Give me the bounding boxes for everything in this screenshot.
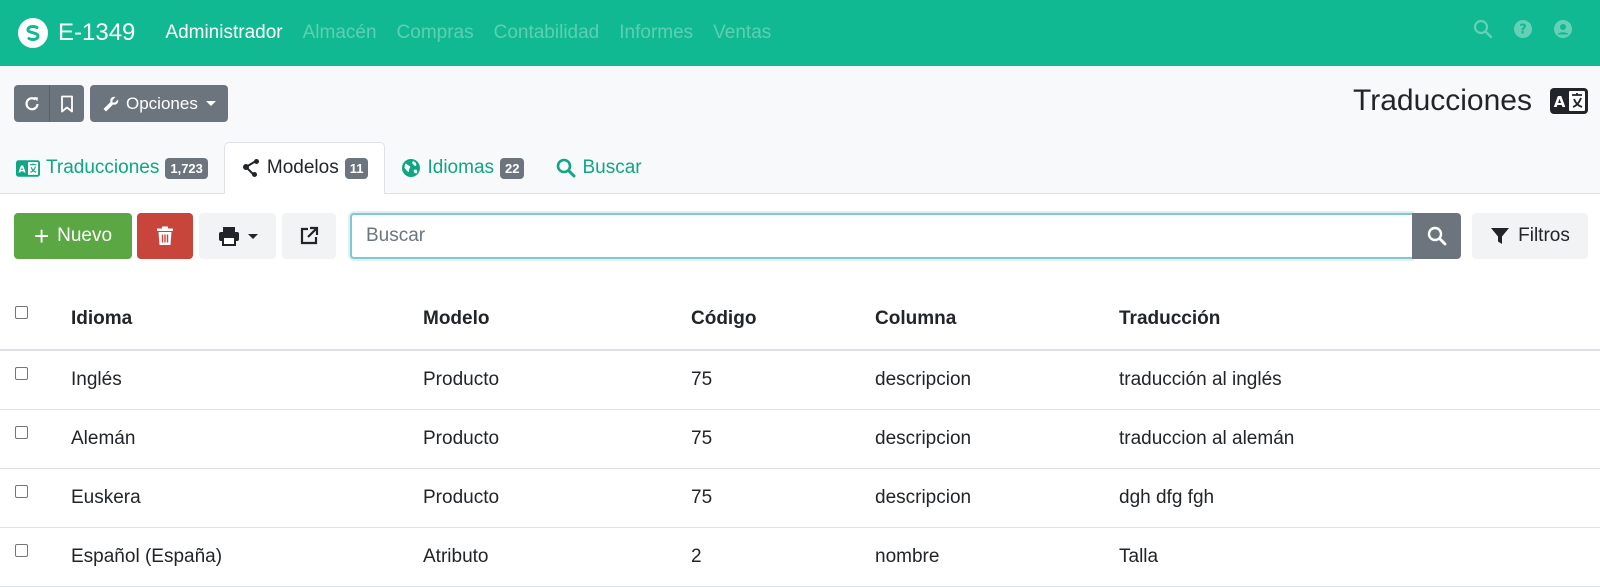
tab-traducciones-label: Traducciones [46,157,160,178]
table-row[interactable]: Inglés Producto 75 descripcion traducció… [0,350,1600,410]
plus-icon: + [33,221,50,251]
cell-traduccion: dgh dfg fgh [1119,468,1600,528]
column-header-idioma[interactable]: Idioma [71,288,423,351]
filters-label: Filtros [1518,225,1570,246]
share-nodes-icon [241,158,261,178]
table-row[interactable]: Español (España) Atributo 2 nombre Talla [0,527,1600,587]
caret-down-icon [205,101,216,106]
help-icon[interactable]: ? [1512,18,1534,40]
bookmark-icon [61,95,73,112]
brand-name: E-1349 [58,19,136,46]
external-link-icon [300,226,319,245]
column-header-modelo[interactable]: Modelo [423,288,691,351]
search-icon [1427,226,1446,246]
top-navbar: E-1349 Administrador Almacén Compras Con… [0,0,1600,66]
svg-text:A: A [18,164,26,175]
tab-buscar[interactable]: Buscar [540,142,657,194]
nav-item-administrador[interactable]: Administrador [165,22,282,44]
cell-idioma: Inglés [71,350,423,410]
cell-traduccion: Talla [1119,527,1600,587]
reload-icon [24,96,39,110]
svg-text:A: A [1554,93,1566,111]
tab-idiomas-count: 22 [500,157,525,179]
row-checkbox[interactable] [15,544,28,557]
select-all-checkbox[interactable] [15,306,28,319]
language-icon: A [1550,88,1588,114]
column-header-columna[interactable]: Columna [875,288,1119,351]
delete-button[interactable] [137,213,193,259]
row-checkbox[interactable] [15,426,28,439]
tab-bar: A Traducciones 1,723 Modelos 11 Idiomas … [0,142,658,194]
search-icon[interactable] [1472,18,1494,40]
svg-text:?: ? [1519,23,1527,38]
bookmark-button[interactable] [49,85,84,122]
brand-logo-icon [18,18,48,48]
cell-codigo: 75 [691,350,875,410]
cell-codigo: 75 [691,409,875,469]
column-header-traduccion[interactable]: Traducción [1119,288,1600,351]
options-label: Opciones [126,93,198,113]
tab-buscar-label: Buscar [582,157,642,178]
cell-idioma: Español (España) [71,527,423,587]
cell-traduccion: traduccion al alemán [1119,409,1600,469]
nav-item-almacen[interactable]: Almacén [303,22,377,44]
tab-traducciones-count: 1,723 [165,157,208,179]
nav-item-ventas[interactable]: Ventas [713,22,771,44]
cell-traduccion: traducción al inglés [1119,350,1600,410]
table-header-row: Idioma Modelo Código Columna Traducción [0,288,1600,351]
user-icon[interactable] [1552,18,1574,40]
tab-modelos[interactable]: Modelos 11 [223,142,386,194]
nav-item-informes[interactable]: Informes [619,22,693,44]
reload-button[interactable] [14,85,49,122]
search-icon [556,158,576,178]
options-button[interactable]: Opciones [90,85,228,122]
cell-modelo: Producto [423,409,691,469]
row-checkbox[interactable] [15,367,28,381]
filters-button[interactable]: Filtros [1472,213,1588,259]
search-button[interactable] [1412,213,1461,259]
language-icon: A [16,159,40,177]
trash-icon [157,226,173,245]
globe-icon [401,158,421,178]
caret-down-icon [247,233,258,239]
cell-idioma: Alemán [71,409,423,469]
cell-columna: descripcion [875,350,1119,410]
cell-columna: descripcion [875,468,1119,528]
brand[interactable]: E-1349 [18,18,135,48]
table-row[interactable]: Alemán Producto 75 descripcion traduccio… [0,409,1600,469]
cell-columna: nombre [875,527,1119,587]
column-header-codigo[interactable]: Código [691,288,875,351]
wrench-icon [103,96,119,111]
printer-icon [218,227,239,246]
tab-modelos-count: 11 [344,157,369,179]
tab-modelos-label: Modelos [266,157,339,178]
list-toolbar: + Nuevo Filtros [14,213,1588,259]
tab-traducciones[interactable]: A Traducciones 1,723 [0,142,224,194]
nav-item-compras[interactable]: Compras [397,22,474,44]
search-input[interactable] [350,213,1412,259]
cell-columna: descripcion [875,409,1119,469]
cell-codigo: 75 [691,468,875,528]
page-title: Traducciones [1353,84,1532,117]
table-row[interactable]: Euskera Producto 75 descripcion dgh dfg … [0,468,1600,528]
cell-modelo: Producto [423,350,691,410]
cell-idioma: Euskera [71,468,423,528]
new-button-label: Nuevo [57,225,113,246]
tab-idiomas[interactable]: Idiomas 22 [385,142,540,194]
row-checkbox[interactable] [15,485,28,498]
print-button[interactable] [199,213,276,259]
nav-item-contabilidad[interactable]: Contabilidad [494,22,600,44]
open-external-button[interactable] [282,213,336,259]
cell-codigo: 2 [691,527,875,587]
translations-table: Idioma Modelo Código Columna Traducción … [0,288,1600,587]
filter-icon [1491,228,1510,244]
cell-modelo: Producto [423,468,691,528]
new-button[interactable]: + Nuevo [14,213,132,259]
cell-modelo: Atributo [423,527,691,587]
tab-idiomas-label: Idiomas [427,157,495,178]
